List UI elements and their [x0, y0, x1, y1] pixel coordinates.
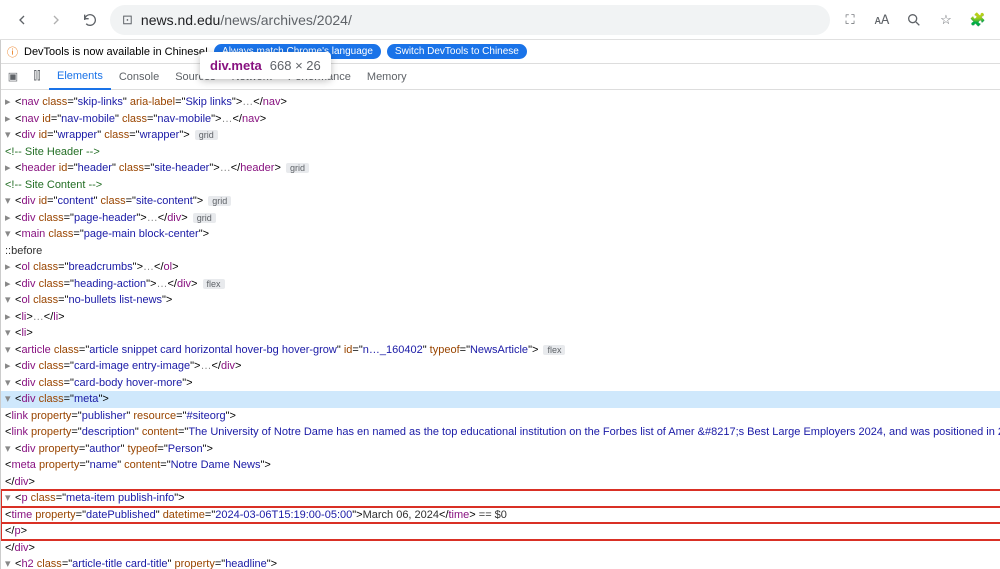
- translate-icon[interactable]: 🗚: [868, 6, 896, 34]
- reload-button[interactable]: [76, 6, 104, 34]
- devtools-notice-bar: ⓘ DevTools is now available in Chinese! …: [1, 40, 1000, 64]
- address-bar[interactable]: ⊡ news.nd.edu/news/archives/2024/: [110, 5, 830, 35]
- extensions-icon[interactable]: 🧩: [964, 6, 992, 34]
- inspect-tooltip: div.meta668 × 26: [200, 52, 331, 79]
- devtools-panel: ⓘ DevTools is now available in Chinese! …: [0, 40, 1000, 569]
- devtools-tabs: ▣ ⫿⫿ Elements Console Sources Network Pe…: [1, 64, 1000, 90]
- tab-memory[interactable]: Memory: [359, 64, 415, 90]
- chrome-actions: ⛶ 🗚 ☆ 🧩: [836, 6, 992, 34]
- url-text: news.nd.edu/news/archives/2024/: [141, 12, 352, 28]
- tab-elements[interactable]: Elements: [49, 64, 111, 90]
- lang-switch-button[interactable]: Switch DevTools to Chinese: [387, 44, 527, 59]
- inspect-element-icon[interactable]: ▣: [1, 70, 25, 83]
- dom-tree[interactable]: ▸<nav class="skip-links" aria-label="Ski…: [1, 90, 1000, 569]
- browser-toolbar: ⊡ news.nd.edu/news/archives/2024/ ⛶ 🗚 ☆ …: [0, 0, 1000, 40]
- device-toolbar-icon[interactable]: ⫿⫿: [25, 70, 49, 83]
- screenshot-icon[interactable]: ⛶: [836, 6, 864, 34]
- devtools-notice: DevTools is now available in Chinese!: [24, 46, 208, 58]
- zoom-icon[interactable]: [900, 6, 928, 34]
- site-control-icon: ⊡: [122, 12, 133, 28]
- tab-console[interactable]: Console: [111, 64, 167, 90]
- back-button[interactable]: [8, 6, 36, 34]
- forward-button[interactable]: [42, 6, 70, 34]
- bookmark-icon[interactable]: ☆: [932, 6, 960, 34]
- info-icon: ⓘ: [7, 44, 18, 60]
